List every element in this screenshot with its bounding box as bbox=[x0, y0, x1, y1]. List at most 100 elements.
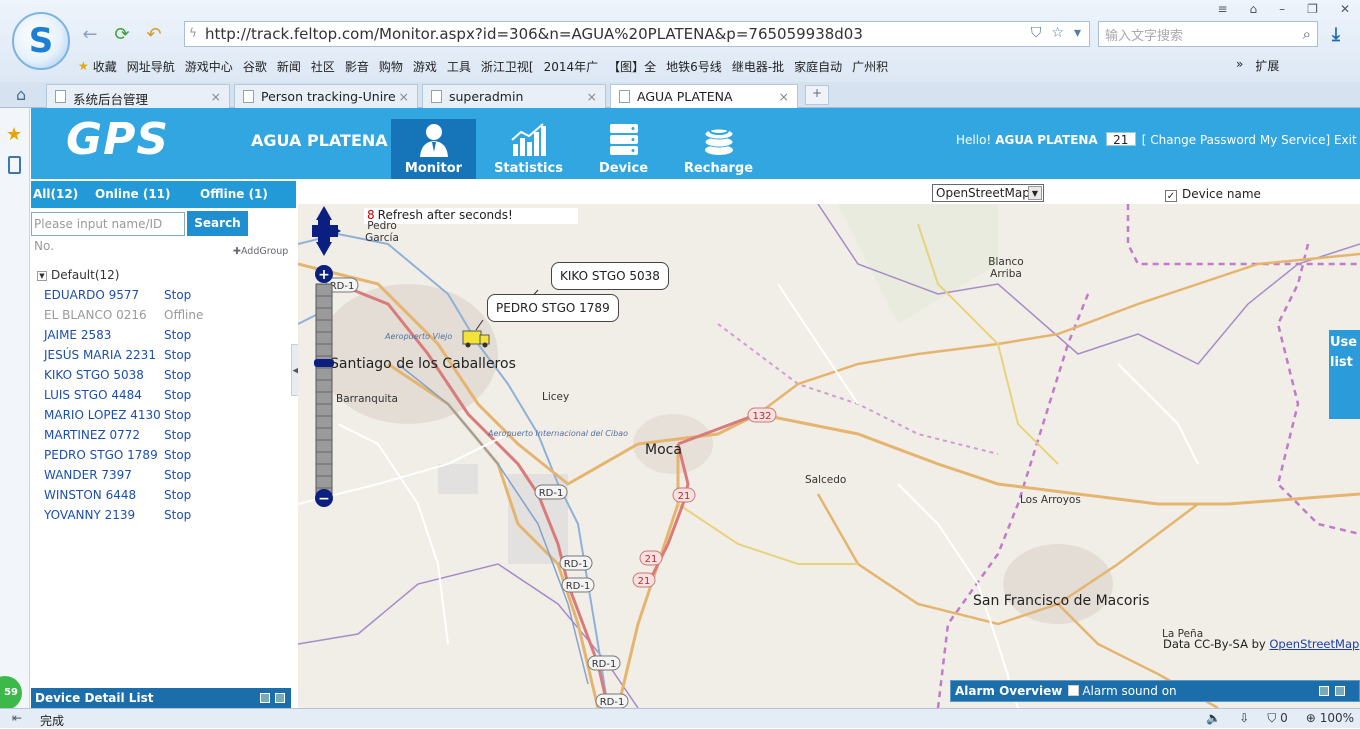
group-header[interactable]: ▼ Default(12) bbox=[37, 268, 119, 282]
minimize-panel-icon[interactable] bbox=[1319, 686, 1329, 696]
zoom-slider-track[interactable] bbox=[315, 283, 333, 495]
device-row[interactable]: EDUARDO 9577 Stop bbox=[44, 288, 284, 308]
credit-link[interactable]: OpenStreetMap bbox=[1269, 637, 1359, 651]
download-tray-icon[interactable]: ⇩ bbox=[1239, 711, 1249, 726]
tab-device[interactable]: Device bbox=[581, 119, 666, 179]
volume-icon[interactable]: 🔈 bbox=[1206, 711, 1221, 726]
account-links[interactable]: [ Change Password My Service] Exit bbox=[1142, 133, 1357, 147]
maximize-panel-icon[interactable] bbox=[275, 693, 285, 703]
tab-statistics[interactable]: Statistics bbox=[486, 119, 571, 179]
device-row[interactable]: MARTINEZ 0772 Stop bbox=[44, 428, 284, 448]
zoom-slider-handle[interactable] bbox=[314, 359, 334, 367]
bookmark-item[interactable]: 地铁6号线 bbox=[666, 58, 722, 75]
town-label: Pedro García bbox=[365, 220, 399, 244]
tab-close-icon[interactable]: × bbox=[587, 89, 597, 104]
device-row[interactable]: YOVANNY 2139 Stop bbox=[44, 508, 284, 528]
device-row[interactable]: JESÚS MARIA 2231 Stop bbox=[44, 348, 284, 368]
close-icon[interactable]: ✕ bbox=[1340, 2, 1350, 16]
bookmark-item[interactable]: 浙江卫视[ bbox=[481, 58, 534, 75]
search-button[interactable]: Search bbox=[187, 211, 248, 236]
device-row[interactable]: LUIS STGO 4484 Stop bbox=[44, 388, 284, 408]
tab-recharge[interactable]: Recharge bbox=[676, 119, 761, 179]
collapse-icon[interactable]: ▼ bbox=[37, 271, 47, 281]
device-detail-list-bar[interactable]: Device Detail List bbox=[31, 688, 291, 708]
tab-close-icon[interactable]: × bbox=[779, 89, 789, 104]
zoom-level[interactable]: ⊕ 100% bbox=[1306, 711, 1354, 726]
device-row[interactable]: JAIME 2583 Stop bbox=[44, 328, 284, 348]
zoom-out-button[interactable]: − bbox=[315, 489, 333, 507]
browser-tab[interactable]: superadmin × bbox=[422, 84, 606, 108]
device-row[interactable]: EL BLANCO 0216 Offline bbox=[44, 308, 284, 328]
sidebar-toggle-icon[interactable]: ⇤ bbox=[12, 711, 22, 725]
device-icon[interactable] bbox=[8, 156, 21, 174]
minimize-icon[interactable]: – bbox=[1279, 2, 1285, 16]
maximize-panel-icon[interactable] bbox=[1335, 686, 1345, 696]
address-bar[interactable]: ϟ http://track.feltop.com/Monitor.aspx?i… bbox=[184, 21, 1090, 47]
device-row[interactable]: WANDER 7397 Stop bbox=[44, 468, 284, 488]
refresh-icon[interactable]: ⟳ bbox=[112, 24, 132, 45]
back-icon[interactable]: ← bbox=[80, 24, 100, 45]
search-icon[interactable]: ⌕ bbox=[1303, 25, 1311, 43]
browser-tab[interactable]: Person tracking-Unire × bbox=[234, 84, 418, 108]
new-tab-button[interactable]: + bbox=[805, 85, 829, 105]
device-callout[interactable]: PEDRO STGO 1789 bbox=[487, 294, 619, 322]
dropdown-icon[interactable]: ▾ bbox=[1074, 25, 1081, 41]
add-group-button[interactable]: ✚AddGroup bbox=[233, 246, 288, 257]
filter-offline[interactable]: Offline (1) bbox=[200, 187, 268, 201]
minimize-panel-icon[interactable] bbox=[260, 693, 270, 703]
checkbox-checked-icon[interactable]: ✓ bbox=[1165, 190, 1177, 202]
chevron-down-icon[interactable]: ▼ bbox=[1028, 186, 1042, 200]
home-icon[interactable]: ⌂ bbox=[16, 85, 26, 104]
security-count[interactable]: ⛉ 0 bbox=[1267, 711, 1287, 726]
bookmark-item[interactable]: 2014年广 bbox=[544, 58, 599, 75]
bookmark-item[interactable]: 购物 bbox=[379, 58, 403, 75]
bookmark-item[interactable]: 收藏 bbox=[93, 58, 117, 75]
filter-all[interactable]: All(12) bbox=[33, 187, 78, 201]
device-callout[interactable]: KIKO STGO 5038 bbox=[551, 262, 669, 290]
bookmark-item[interactable]: 广州积 bbox=[852, 58, 888, 75]
bookmark-item[interactable]: 网址导航 bbox=[127, 58, 175, 75]
device-name-toggle[interactable]: ✓ Device name bbox=[1165, 187, 1261, 202]
bookmark-item[interactable]: 继电器-批 bbox=[732, 58, 784, 75]
device-row[interactable]: PEDRO STGO 1789 Stop bbox=[44, 448, 284, 468]
tab-close-icon[interactable]: × bbox=[399, 89, 409, 104]
menu-icon[interactable]: ≡ bbox=[1217, 2, 1227, 16]
map-canvas[interactable]: RD-1 RD-1 RD-1 RD-1 RD-1 RD-1 132 21 21 … bbox=[298, 204, 1360, 708]
zoom-in-button[interactable]: + bbox=[315, 265, 333, 283]
bookmark-item[interactable]: 工具 bbox=[447, 58, 471, 75]
browser-tab[interactable]: 系统后台管理 × bbox=[46, 84, 230, 108]
bookmark-more[interactable]: » bbox=[1236, 57, 1243, 74]
alarm-overview-bar[interactable]: Alarm Overview Alarm sound on bbox=[950, 680, 1360, 702]
bookmark-item[interactable]: 谷歌 bbox=[243, 58, 267, 75]
tab-monitor[interactable]: Monitor bbox=[391, 119, 476, 179]
device-search-input[interactable]: Please input name/ID No. bbox=[31, 212, 185, 253]
favorites-star-icon[interactable]: ★ bbox=[6, 124, 22, 145]
pan-arrows-icon[interactable] bbox=[312, 206, 341, 256]
user-list-tab[interactable]: Use list bbox=[1329, 330, 1360, 419]
message-counter[interactable]: 21 bbox=[1105, 132, 1136, 147]
undo-icon[interactable]: ↶ bbox=[144, 24, 164, 45]
bookmark-item[interactable]: 游戏 bbox=[413, 58, 437, 75]
bookmark-item[interactable]: 社区 bbox=[311, 58, 335, 75]
alarm-sound-checkbox[interactable] bbox=[1068, 685, 1080, 696]
bookmark-item[interactable]: 新闻 bbox=[277, 58, 301, 75]
extensions-button[interactable]: 扩展 bbox=[1255, 57, 1279, 74]
bookmark-item[interactable]: 家庭自动 bbox=[794, 58, 842, 75]
tab-close-icon[interactable]: × bbox=[211, 89, 221, 104]
device-row[interactable]: KIKO STGO 5038 Stop bbox=[44, 368, 284, 388]
filter-online[interactable]: Online (11) bbox=[95, 187, 171, 201]
download-icon[interactable]: ⤓ bbox=[1332, 24, 1340, 45]
map-layer-select[interactable]: OpenStreetMap ▼ bbox=[932, 184, 1044, 202]
search-input[interactable]: 输入文字搜索 ⌕ bbox=[1098, 21, 1318, 47]
star-icon[interactable]: ☆ bbox=[1051, 25, 1064, 41]
bookmark-item[interactable]: 【图】全 bbox=[608, 58, 656, 75]
shield-icon[interactable]: ⛉ bbox=[1031, 25, 1042, 41]
skin-icon[interactable]: ⌂ bbox=[1250, 2, 1258, 16]
bookmark-item[interactable]: 影音 bbox=[345, 58, 369, 75]
road-shield: RD-1 bbox=[561, 577, 595, 593]
device-row[interactable]: WINSTON 6448 Stop bbox=[44, 488, 284, 508]
restore-icon[interactable]: ❐ bbox=[1307, 2, 1318, 16]
browser-tab-active[interactable]: AGUA PLATENA × bbox=[610, 84, 798, 108]
bookmark-item[interactable]: 游戏中心 bbox=[185, 58, 233, 75]
device-row[interactable]: MARIO LOPEZ 4130 Stop bbox=[44, 408, 284, 428]
